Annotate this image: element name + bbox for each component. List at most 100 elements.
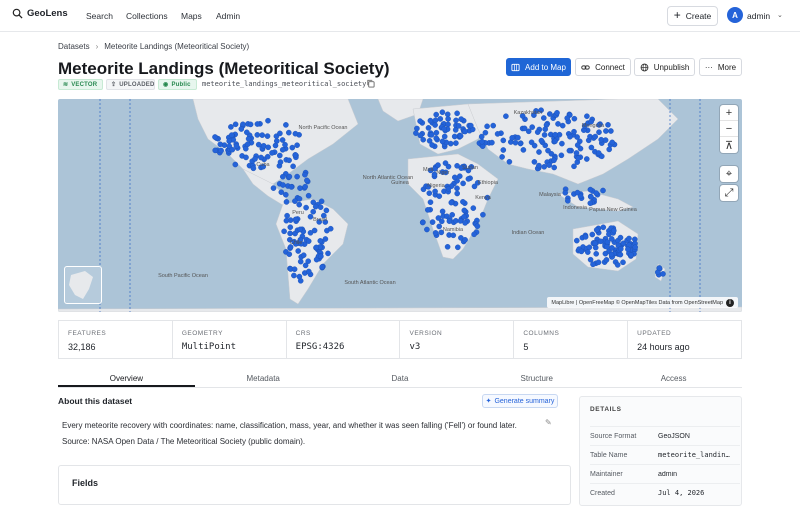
meteorite-point[interactable] [454, 163, 460, 169]
meteorite-point[interactable] [307, 229, 314, 236]
meteorite-point[interactable] [605, 121, 611, 128]
meteorite-point[interactable] [284, 212, 290, 219]
meteorite-point[interactable] [297, 185, 303, 191]
meteorite-point[interactable] [529, 124, 536, 130]
nav-collections[interactable]: Collections [126, 11, 168, 21]
meteorite-point[interactable] [500, 147, 507, 153]
meteorite-point[interactable] [577, 193, 584, 200]
unpublish-button[interactable]: Unpublish [634, 58, 695, 76]
meteorite-point[interactable] [499, 154, 505, 160]
meteorite-point[interactable] [238, 126, 245, 132]
meteorite-point[interactable] [305, 268, 312, 275]
meteorite-point[interactable] [317, 204, 324, 210]
pencil-icon[interactable]: ✎ [545, 418, 552, 427]
locate-button[interactable]: ⌖ [720, 166, 738, 182]
user-name[interactable]: admin [747, 11, 770, 21]
meteorite-point[interactable] [292, 152, 299, 158]
meteorite-point[interactable] [551, 164, 558, 171]
meteorite-point[interactable] [542, 126, 549, 133]
meteorite-point[interactable] [454, 185, 460, 192]
meteorite-point[interactable] [520, 147, 527, 153]
meteorite-point[interactable] [478, 133, 485, 140]
meteorite-point[interactable] [302, 171, 308, 178]
meteorite-point[interactable] [435, 215, 442, 221]
meteorite-point[interactable] [484, 123, 490, 130]
meteorite-point[interactable] [589, 231, 596, 238]
meteorite-point[interactable] [479, 138, 485, 145]
meteorite-point[interactable] [558, 152, 565, 159]
meteorite-point[interactable] [312, 203, 319, 210]
meteorite-point[interactable] [226, 138, 232, 144]
meteorite-point[interactable] [609, 139, 616, 146]
meteorite-point[interactable] [521, 125, 528, 132]
meteorite-point[interactable] [292, 216, 299, 223]
meteorite-point[interactable] [296, 273, 303, 280]
meteorite-point[interactable] [506, 159, 513, 165]
meteorite-point[interactable] [453, 117, 459, 124]
meteorite-point[interactable] [462, 236, 468, 243]
meteorite-point[interactable] [277, 159, 284, 165]
meteorite-point[interactable] [546, 111, 553, 117]
meteorite-point[interactable] [436, 223, 443, 230]
meteorite-point[interactable] [283, 122, 289, 128]
meteorite-point[interactable] [424, 226, 430, 233]
meteorite-point[interactable] [578, 248, 585, 255]
meteorite-point[interactable] [453, 140, 459, 146]
meteorite-point[interactable] [283, 217, 290, 224]
copy-icon[interactable] [366, 79, 375, 88]
meteorite-point[interactable] [279, 147, 286, 153]
meteorite-point[interactable] [656, 265, 663, 271]
meteorite-point[interactable] [445, 185, 452, 192]
meteorite-point[interactable] [546, 162, 553, 168]
chevron-down-icon[interactable]: ⌄ [777, 11, 783, 19]
meteorite-point[interactable] [595, 150, 602, 156]
meteorite-point[interactable] [454, 244, 461, 251]
meteorite-point[interactable] [603, 128, 609, 134]
meteorite-point[interactable] [264, 153, 271, 160]
meteorite-point[interactable] [660, 271, 666, 277]
meteorite-point[interactable] [559, 122, 566, 129]
meteorite-point[interactable] [433, 135, 440, 142]
meteorite-point[interactable] [437, 116, 444, 122]
meteorite-point[interactable] [536, 162, 542, 169]
meteorite-point[interactable] [258, 154, 264, 161]
meteorite-point[interactable] [555, 121, 561, 127]
meteorite-point[interactable] [618, 246, 624, 252]
meteorite-point[interactable] [602, 137, 609, 143]
meteorite-point[interactable] [428, 132, 435, 138]
meteorite-point[interactable] [534, 129, 541, 135]
tab-overview[interactable]: Overview [58, 370, 195, 387]
meteorite-point[interactable] [305, 258, 311, 264]
create-button[interactable]: + Create [667, 6, 718, 26]
meteorite-point[interactable] [587, 186, 594, 193]
meteorite-point[interactable] [294, 173, 300, 180]
add-to-map-button[interactable]: Add to Map [506, 58, 571, 76]
meteorite-point[interactable] [310, 208, 316, 215]
meteorite-point[interactable] [575, 155, 582, 162]
meteorite-point[interactable] [456, 173, 463, 179]
meteorite-point[interactable] [432, 230, 439, 236]
meteorite-point[interactable] [254, 132, 261, 138]
meteorite-point[interactable] [414, 125, 420, 132]
meteorite-point[interactable] [323, 207, 330, 214]
meteorite-point[interactable] [531, 159, 538, 165]
meteorite-point[interactable] [296, 196, 303, 202]
meteorite-point[interactable] [465, 176, 472, 182]
meteorite-point[interactable] [608, 128, 614, 134]
meteorite-point[interactable] [517, 140, 524, 147]
info-icon[interactable]: i [726, 298, 734, 307]
meteorite-point[interactable] [593, 190, 600, 196]
meteorite-point[interactable] [564, 198, 571, 204]
meteorite-point[interactable] [435, 162, 441, 168]
meteorite-point[interactable] [264, 133, 271, 139]
meteorite-point[interactable] [588, 194, 594, 200]
compass-button[interactable]: ⊼ [720, 137, 738, 153]
meteorite-point[interactable] [252, 156, 258, 162]
meteorite-point[interactable] [283, 199, 290, 205]
meteorite-point[interactable] [500, 137, 507, 144]
meteorite-point[interactable] [272, 142, 279, 149]
meteorite-point[interactable] [265, 144, 271, 151]
meteorite-point[interactable] [232, 121, 239, 128]
meteorite-point[interactable] [564, 115, 571, 121]
map-view[interactable]: North Pacific Ocean North Atlantic Ocean… [58, 99, 742, 312]
